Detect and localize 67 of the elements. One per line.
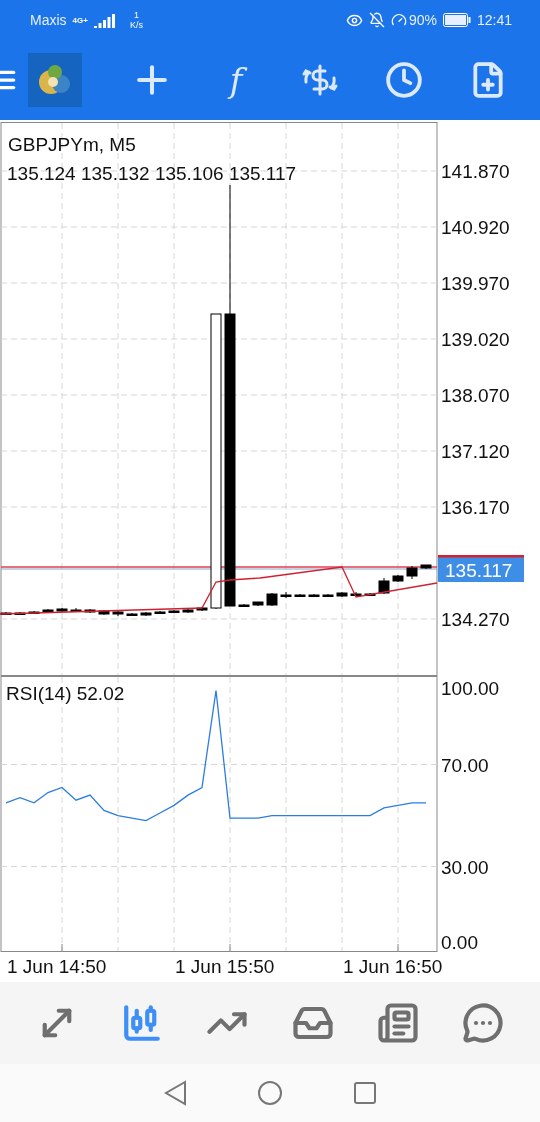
candle <box>140 611 152 617</box>
candle <box>0 611 12 616</box>
price-label: 141.870 <box>441 161 510 182</box>
candle <box>280 591 292 599</box>
speed-value: 1 <box>133 10 139 20</box>
candle <box>350 591 362 597</box>
bid-price-tag: 135.117 <box>438 555 524 582</box>
speed-unit: K/s <box>129 20 143 30</box>
candle <box>126 612 138 617</box>
candle <box>112 609 124 617</box>
price-label: 139.020 <box>441 329 510 350</box>
candle <box>420 564 432 570</box>
candle <box>238 603 250 608</box>
battery-icon <box>442 13 471 27</box>
recents-button[interactable] <box>353 1081 377 1105</box>
function-button[interactable]: f <box>194 50 278 110</box>
candle <box>252 601 264 607</box>
candle <box>98 609 110 616</box>
candle <box>308 593 320 598</box>
candle <box>392 574 404 583</box>
home-button[interactable] <box>257 1080 283 1106</box>
back-button[interactable] <box>163 1080 187 1106</box>
price-label: 138.070 <box>441 385 510 406</box>
time-label: 1 Jun 14:50 <box>7 956 108 978</box>
price-label: 134.270 <box>441 609 510 630</box>
price-label: 139.970 <box>441 273 510 294</box>
candle <box>364 592 376 597</box>
signal-icon <box>93 12 116 28</box>
axis-label: 70.00 <box>441 754 489 776</box>
chart-symbol: GBPJPYm, M5 <box>8 134 136 155</box>
candle <box>84 608 96 614</box>
candle <box>14 611 26 616</box>
candle <box>28 610 40 615</box>
candle <box>42 608 54 614</box>
candle <box>182 608 194 614</box>
price-label: 136.170 <box>441 497 510 518</box>
axis-label: 30.00 <box>441 856 489 878</box>
candle <box>406 565 418 580</box>
indicator-title: RSI(14) 52.02 <box>6 683 125 704</box>
candle <box>266 592 278 607</box>
candle <box>322 593 334 598</box>
gauge-icon <box>390 12 407 28</box>
price-label: 137.120 <box>441 441 510 462</box>
candlestick-icon <box>121 1002 163 1044</box>
time-label: 1 Jun 16:50 <box>343 956 444 978</box>
axis-label: 0.00 <box>441 932 478 952</box>
candle <box>56 607 68 613</box>
price-label: 140.920 <box>441 217 510 238</box>
ohlc-values: 135.124 135.132 135.106 135.117 <box>7 163 297 184</box>
candle <box>294 593 306 598</box>
candle <box>168 609 180 614</box>
clock-icon <box>385 61 423 99</box>
muted-bell-icon <box>368 12 385 28</box>
network-type: 4G+ <box>72 15 88 25</box>
carrier-name: Maxis <box>30 12 67 28</box>
battery-percent: 90% <box>408 12 437 28</box>
candle <box>336 591 348 598</box>
candle <box>154 610 166 615</box>
clock-time: 12:41 <box>476 12 512 28</box>
chat-bubble-icon <box>462 1002 505 1044</box>
app-logo[interactable] <box>28 53 82 107</box>
time-label: 1 Jun 15:50 <box>175 956 276 978</box>
candle <box>378 577 390 595</box>
candle <box>70 607 82 613</box>
axis-label: 100.00 <box>441 678 500 699</box>
candle <box>196 606 208 612</box>
newspaper-icon <box>376 1002 419 1044</box>
